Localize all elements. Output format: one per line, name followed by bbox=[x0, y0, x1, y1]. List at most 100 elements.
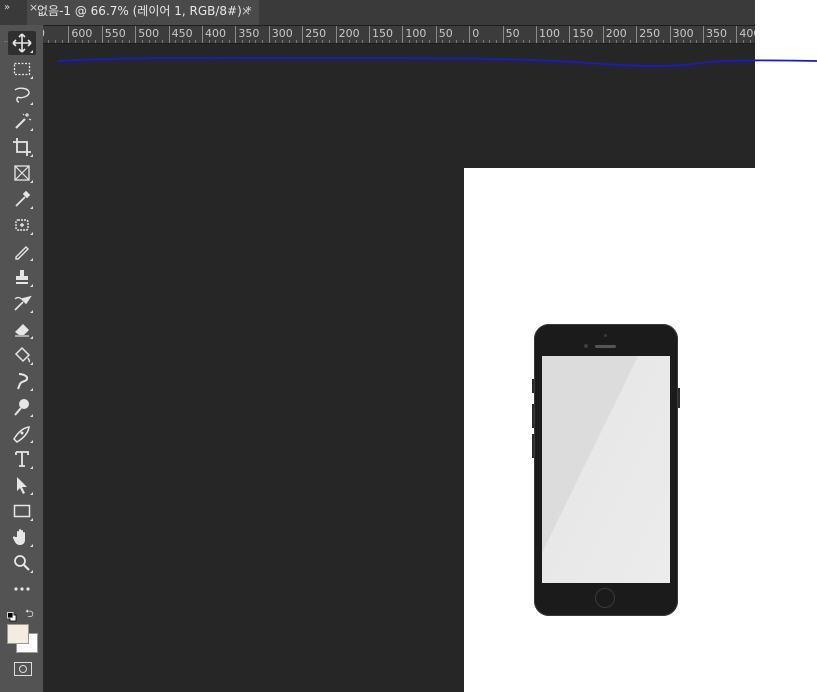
phone-screen bbox=[542, 356, 670, 583]
ruler-minor-tick bbox=[629, 40, 631, 43]
ruler-tick: 150 bbox=[569, 26, 593, 43]
ruler-minor-tick bbox=[515, 40, 517, 43]
ruler-minor-tick bbox=[749, 40, 751, 43]
rectangle-tool-icon[interactable] bbox=[8, 499, 36, 523]
ruler-minor-tick bbox=[295, 40, 297, 43]
ruler-tick-label: 350 bbox=[238, 27, 260, 40]
ruler-tick-label: 0 bbox=[43, 27, 45, 41]
phone-power-button bbox=[678, 388, 680, 408]
ruler-minor-tick bbox=[288, 40, 290, 43]
document-tab-close-icon[interactable]: × bbox=[241, 0, 251, 22]
ruler-minor-tick bbox=[395, 40, 397, 43]
ruler-minor-tick bbox=[589, 40, 591, 43]
smudge-tool-icon[interactable] bbox=[8, 369, 36, 393]
ruler-minor-tick bbox=[188, 40, 190, 43]
tool-flyout-indicator bbox=[30, 76, 33, 79]
foreground-color-swatch[interactable] bbox=[7, 624, 29, 644]
ruler-tick: 150 bbox=[369, 26, 393, 43]
ruler-minor-tick bbox=[222, 40, 224, 43]
more-tools-icon[interactable] bbox=[8, 577, 36, 601]
eyedropper-tool-icon[interactable] bbox=[8, 187, 36, 211]
dodge-tool-icon[interactable] bbox=[8, 395, 36, 419]
ruler-tick-label: 250 bbox=[305, 27, 327, 40]
tool-flyout-indicator bbox=[30, 284, 33, 287]
ruler-minor-tick bbox=[743, 40, 745, 43]
ruler-minor-tick bbox=[449, 40, 451, 43]
ruler-minor-tick bbox=[215, 40, 217, 43]
ruler-tick: 300 bbox=[268, 26, 293, 43]
ruler-minor-tick bbox=[682, 40, 684, 43]
frame-tool-icon[interactable] bbox=[8, 161, 36, 185]
phone-sensor bbox=[604, 334, 607, 337]
phone-mockup-image bbox=[532, 324, 680, 616]
rectangular-marquee-tool-icon[interactable] bbox=[8, 57, 36, 81]
ruler-minor-tick bbox=[422, 40, 424, 43]
document-tab[interactable]: 없음-1 @ 66.7% (레이어 1, RGB/8#) * × bbox=[27, 0, 259, 25]
ruler-minor-tick bbox=[556, 40, 558, 43]
lasso-tool-icon[interactable] bbox=[8, 83, 36, 107]
ruler-minor-tick bbox=[495, 40, 497, 43]
ruler-minor-tick bbox=[115, 40, 117, 43]
ruler-minor-tick bbox=[181, 40, 183, 43]
phone-volume-down-button bbox=[532, 434, 534, 458]
ruler-tick: 100 bbox=[536, 26, 560, 43]
tool-flyout-indicator bbox=[30, 232, 33, 235]
ruler-tick: 100 bbox=[402, 26, 426, 43]
ruler-minor-tick bbox=[228, 40, 230, 43]
ruler-tick-label: 100 bbox=[539, 27, 560, 40]
horizontal-ruler[interactable]: 0600550500450400350300250200150100500501… bbox=[43, 26, 755, 44]
ruler-minor-tick bbox=[328, 40, 330, 43]
swap-colors-icon[interactable]: ⮌ bbox=[25, 605, 34, 624]
ruler-minor-tick bbox=[148, 40, 150, 43]
ruler-tick-label: 300 bbox=[672, 27, 694, 40]
ruler-minor-tick bbox=[275, 40, 277, 43]
ruler-minor-tick bbox=[208, 40, 210, 43]
clone-stamp-tool-icon[interactable] bbox=[8, 265, 36, 289]
ruler-tick: 250 bbox=[636, 26, 660, 43]
hand-tool-icon[interactable] bbox=[8, 525, 36, 549]
ruler-minor-tick bbox=[729, 40, 731, 43]
ruler-minor-tick bbox=[696, 40, 698, 43]
ruler-minor-tick bbox=[529, 40, 531, 43]
crop-tool-icon[interactable] bbox=[8, 135, 36, 159]
default-colors-icon[interactable] bbox=[7, 607, 17, 622]
ruler-tick: 400 bbox=[202, 26, 226, 43]
ruler-tick-label: 50 bbox=[438, 27, 453, 40]
ruler-minor-tick bbox=[141, 40, 143, 43]
ruler-minor-tick bbox=[415, 40, 417, 43]
brush-tool-icon[interactable] bbox=[8, 239, 36, 263]
magic-wand-tool-icon[interactable] bbox=[8, 109, 36, 133]
ruler-minor-tick bbox=[409, 40, 411, 43]
ruler-minor-tick bbox=[489, 40, 491, 43]
phone-volume-up-button bbox=[532, 404, 534, 428]
healing-brush-tool-icon[interactable] bbox=[8, 213, 36, 237]
ruler-minor-tick bbox=[315, 40, 317, 43]
ruler-tick: 500 bbox=[135, 26, 159, 43]
ruler-minor-tick bbox=[308, 40, 310, 43]
pen-tool-icon[interactable] bbox=[8, 421, 36, 445]
move-tool-icon[interactable] bbox=[8, 31, 36, 55]
path-selection-tool-icon[interactable] bbox=[8, 473, 36, 497]
paint-bucket-tool-icon[interactable] bbox=[8, 343, 36, 367]
ruler-tick: 550 bbox=[101, 26, 126, 43]
ruler-minor-tick bbox=[121, 40, 123, 43]
ruler-minor-tick bbox=[128, 40, 130, 43]
ruler-tick-label: 50 bbox=[505, 27, 520, 40]
zoom-tool-icon[interactable] bbox=[8, 551, 36, 575]
ruler-tick: 200 bbox=[602, 26, 627, 43]
quick-mask-icon[interactable] bbox=[14, 662, 32, 676]
tool-flyout-indicator bbox=[30, 544, 33, 547]
type-tool-icon[interactable] bbox=[8, 447, 36, 471]
panel-collapse-icon[interactable]: » bbox=[4, 2, 10, 13]
ruler-tick-label: 100 bbox=[405, 27, 427, 40]
history-brush-tool-icon[interactable] bbox=[8, 291, 36, 315]
ruler-minor-tick bbox=[616, 40, 618, 43]
ruler-tick-label: 400 bbox=[205, 27, 226, 40]
document-canvas[interactable] bbox=[464, 168, 817, 692]
ruler-tick-label: 0 bbox=[472, 27, 480, 40]
ruler-minor-tick bbox=[322, 40, 324, 43]
eraser-tool-icon[interactable] bbox=[8, 317, 36, 341]
ruler-tick: 0 bbox=[469, 26, 479, 43]
ruler-minor-tick bbox=[542, 40, 544, 43]
panel-close-icon[interactable]: × bbox=[29, 1, 38, 14]
